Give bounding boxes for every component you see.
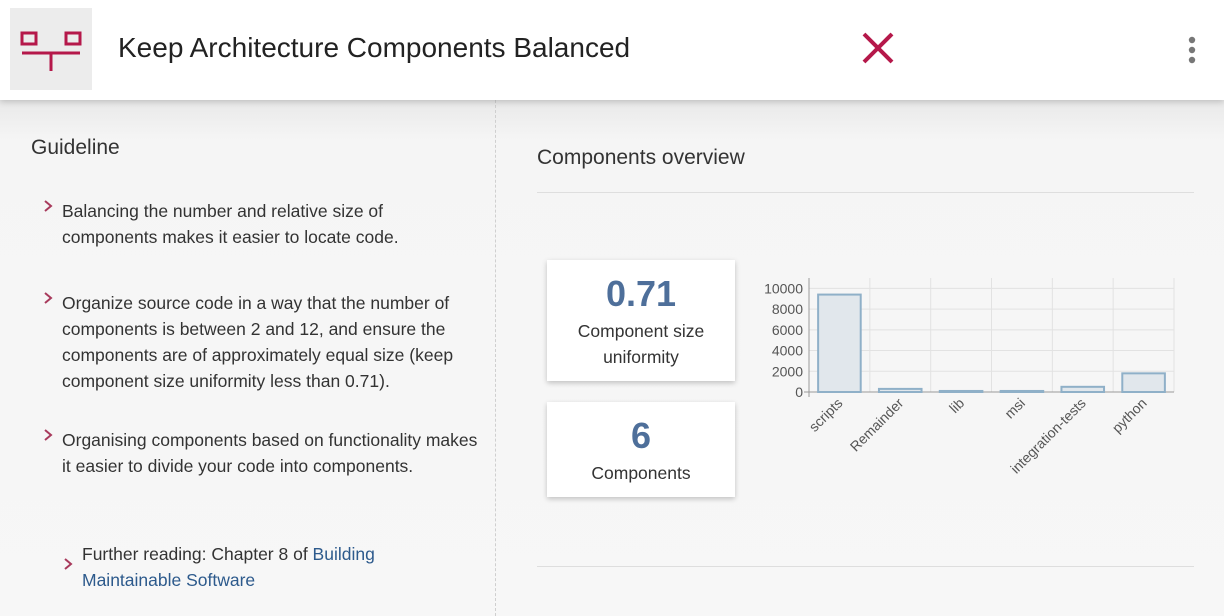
chevron-right-icon [64, 558, 73, 570]
bar [877, 387, 923, 393]
content-area: Guideline Balancing the number and relat… [0, 100, 1224, 616]
overview-heading: Components overview [537, 146, 745, 169]
chevron-right-icon [44, 292, 53, 304]
y-tick-label: 0 [795, 384, 803, 400]
y-tick-label: 4000 [772, 343, 803, 359]
divider [537, 192, 1194, 193]
x-tick-label: msi [1001, 395, 1028, 422]
component-size-bar-chart: 10000 8000 6000 4000 2000 0scripts Remainder li… [764, 278, 1175, 477]
app-header: Keep Architecture Components Balanced [0, 0, 1224, 100]
bar [999, 389, 1045, 394]
guideline-item: Balancing the number and relative size o… [44, 198, 482, 250]
components-label: Components [591, 463, 691, 483]
guideline-item: Organize source code in a way that the n… [44, 290, 482, 394]
guideline-item: Organising components based on functiona… [44, 427, 482, 479]
y-tick-label: 2000 [772, 363, 803, 379]
components-value: 6 [630, 415, 652, 456]
uniformity-value: 0.71 [605, 273, 677, 314]
chevron-right-icon [44, 200, 53, 212]
page-title: Keep Architecture Components Balanced [118, 32, 631, 63]
bar [1121, 372, 1166, 393]
uniformity-card: 0.71 Component size uniformity [547, 260, 735, 381]
x-tick-label: scripts [806, 395, 846, 435]
close-icon [862, 32, 894, 64]
guideline-item-text: Balancing the number and relative size o… [62, 201, 399, 247]
more-vertical-icon [1188, 36, 1196, 64]
logo [10, 8, 92, 90]
further-reading: Further reading: Chapter 8 of Building M… [64, 541, 462, 593]
x-tick-label: lib [946, 395, 967, 416]
guideline-item-text: Organising components based on functiona… [62, 430, 478, 476]
y-tick-label: 10000 [764, 280, 803, 296]
guideline-item-text: Organize source code in a way that the n… [62, 293, 454, 391]
chevron-right-icon [44, 429, 53, 441]
uniformity-label: Component size uniformity [577, 321, 705, 367]
divider [537, 566, 1194, 567]
y-tick-label: 8000 [772, 301, 803, 317]
y-tick-label: 6000 [772, 322, 803, 338]
guideline-heading: Guideline [31, 136, 120, 159]
components-card: 6 Components [547, 402, 735, 497]
bar [817, 293, 862, 393]
bar [938, 389, 984, 394]
x-tick-label: python [1109, 395, 1150, 436]
further-reading-prefix: Further reading: Chapter 8 of [82, 544, 313, 564]
guideline-panel: Guideline Balancing the number and relat… [0, 100, 496, 616]
more-menu-button[interactable] [1182, 36, 1202, 66]
bar [1060, 385, 1106, 394]
component-connector-icon [20, 31, 82, 71]
x-tick-label: Remainder [847, 395, 907, 455]
overview-panel: Components overview 0.71 Component size … [497, 100, 1224, 616]
close-button[interactable] [860, 30, 896, 66]
